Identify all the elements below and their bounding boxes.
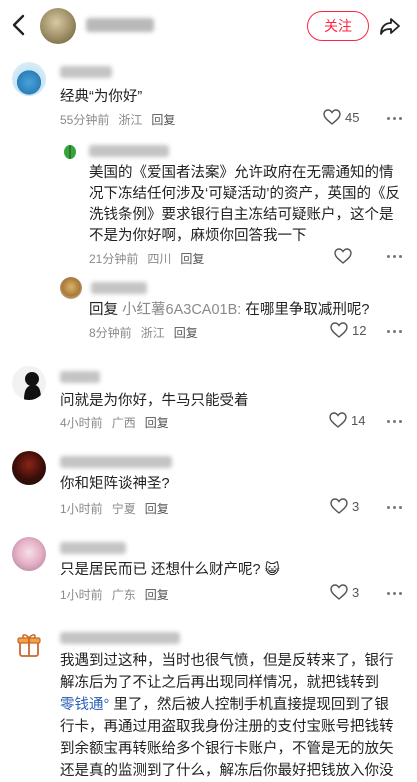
reply-button[interactable]: 回复 (145, 502, 169, 516)
comment-time: 1小时前 (60, 588, 103, 602)
replier-name[interactable] (89, 145, 169, 157)
like-button[interactable]: 3 (330, 498, 359, 514)
comment-meta: 1小时前 广东 回复 (60, 586, 178, 603)
gift-icon (17, 634, 41, 657)
like-button[interactable]: 12 (330, 322, 366, 338)
like-count: 45 (345, 109, 360, 125)
heart-icon (330, 498, 348, 514)
comment-meta: 55分钟前 浙江 回复 (60, 111, 184, 128)
replier-avatar[interactable] (60, 277, 82, 299)
comment-location: 广西 (111, 416, 136, 430)
comment-location: 宁夏 (111, 502, 136, 516)
comment-meta: 1小时前 宁夏 回复 (60, 500, 178, 517)
commenter-avatar[interactable] (12, 62, 46, 96)
reply-body: 在哪里争取减刑呢? (241, 302, 370, 318)
comment-text: 回复 小红薯6A3CA01B: 在哪里争取减刑呢? (89, 300, 389, 321)
like-button[interactable]: 3 (330, 584, 359, 600)
follow-button[interactable]: 关注 (307, 11, 369, 41)
comment-time: 8分钟前 (89, 326, 132, 340)
author-avatar[interactable] (40, 8, 76, 44)
comment-text: 我遇到过这种，当时也很气愤，但是反转来了，银行解冻后为了不让之后再出现同样情况，… (60, 650, 396, 782)
comment-body: 我遇到过这种，当时也很气愤，但是反转来了，银行解冻后为了不让之后再出现同样情况，… (60, 653, 394, 691)
comment-body-rest: 里了，然后被人控制手机直接提现回到了银行卡，再通过用盗取我身份注册的支付宝账号把… (60, 697, 394, 779)
commenter-avatar[interactable] (12, 628, 46, 662)
more-icon[interactable] (387, 420, 405, 424)
comment-time: 21分钟前 (89, 252, 139, 266)
reply-button[interactable]: 回复 (174, 326, 198, 340)
silhouette-avatar-icon (24, 372, 41, 400)
like-count: 3 (352, 584, 360, 600)
plant-avatar-icon (60, 141, 80, 161)
comment-location: 浙江 (118, 113, 143, 127)
top-bar: 关注 (0, 0, 417, 52)
commenter-name[interactable] (60, 456, 172, 468)
cat-emoji-icon: 😺 (264, 562, 280, 578)
reply-prefix: 回复 (89, 302, 118, 318)
more-icon[interactable] (387, 330, 405, 334)
comment-location: 广东 (111, 588, 136, 602)
like-button[interactable] (334, 248, 356, 264)
comment-time: 4小时前 (60, 416, 103, 430)
comment-text: 美国的《爱国者法案》允许政府在无需通知的情况下冻结任何涉及‘可疑活动’的资产，英… (89, 165, 400, 244)
more-icon[interactable] (387, 255, 405, 259)
like-count: 14 (351, 412, 366, 428)
commenter-name[interactable] (60, 66, 112, 78)
heart-icon (330, 322, 348, 338)
more-icon[interactable] (387, 117, 405, 121)
commenter-avatar[interactable] (12, 537, 46, 571)
comment-time: 55分钟前 (60, 113, 110, 127)
comment-location: 四川 (147, 252, 172, 266)
comment-location: 浙江 (140, 326, 165, 340)
like-count: 3 (352, 498, 360, 514)
comment-body: 只是居民而已 还想什么财产呢? (60, 562, 261, 578)
commenter-avatar[interactable] (12, 451, 46, 485)
comment-meta: 21分钟前 四川 回复 (89, 250, 213, 267)
commenter-name[interactable] (60, 371, 100, 383)
commenter-name[interactable] (60, 632, 180, 644)
heart-icon (330, 584, 348, 600)
commenter-name[interactable] (60, 542, 126, 554)
reply-button[interactable]: 回复 (145, 416, 169, 430)
like-count: 12 (352, 322, 367, 338)
heart-icon (323, 109, 341, 125)
search-icon[interactable]: ° (104, 697, 110, 713)
like-button[interactable]: 14 (329, 412, 365, 428)
reply-target[interactable]: 小红薯6A3CA01B: (122, 302, 241, 318)
heart-icon (329, 412, 347, 428)
comment-time: 1小时前 (60, 502, 103, 516)
replier-name[interactable] (91, 282, 147, 294)
reply-button[interactable]: 回复 (180, 252, 204, 266)
more-icon[interactable] (387, 506, 405, 510)
reply-button[interactable]: 回复 (145, 588, 169, 602)
comment-text: 你和矩阵谈神圣? (60, 476, 170, 492)
more-icon[interactable] (387, 592, 405, 596)
comment-meta: 8分钟前 浙江 回复 (89, 324, 207, 341)
author-name[interactable] (86, 18, 154, 32)
commenter-avatar[interactable] (12, 366, 46, 400)
replier-avatar[interactable] (60, 141, 80, 161)
comment-text: 问就是为你好，牛马只能受着 (60, 393, 249, 409)
chevron-left-icon[interactable] (8, 12, 30, 38)
comment-text: 只是居民而已 还想什么财产呢? 😺 (60, 560, 390, 581)
like-button[interactable]: 45 (323, 109, 359, 125)
comment-text: 经典“为你好” (60, 89, 143, 105)
heart-icon (334, 248, 352, 264)
comment-meta: 4小时前 广西 回复 (60, 414, 178, 431)
link-zero-wallet[interactable]: 零钱通 (60, 697, 104, 713)
share-icon[interactable] (378, 14, 402, 38)
reply-button[interactable]: 回复 (151, 113, 175, 127)
